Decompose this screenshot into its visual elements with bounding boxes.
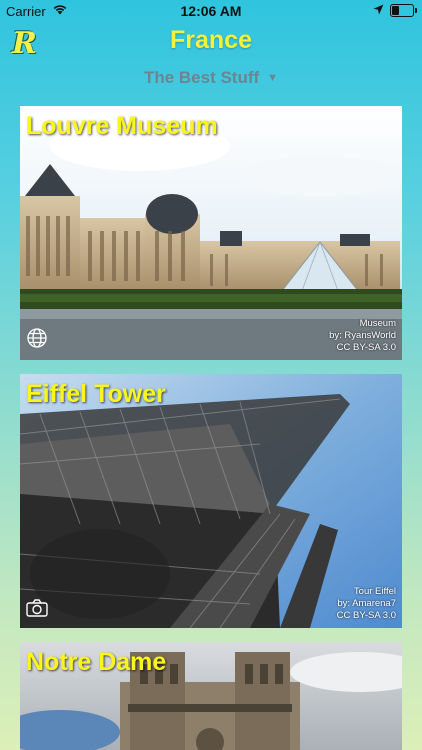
attraction-card-eiffel[interactable]: Eiffel Tower Tour Eiffel by: Amarena7 CC… [20,374,402,628]
credit-author: by: Amarena7 [337,598,396,609]
battery-icon [390,4,417,17]
attraction-card-notre-dame[interactable]: Notre Dame [20,642,402,750]
photo-credit: Museum by: RyansWorld CC BY-SA 3.0 [329,318,396,354]
attraction-name: Eiffel Tower [26,380,166,408]
clock: 12:06 AM [180,3,242,19]
location-icon [373,3,384,18]
category-selector[interactable]: The Best Stuff ▼ [0,68,422,88]
credit-title: Tour Eiffel [353,586,396,597]
photo-credit: Tour Eiffel by: Amarena7 CC BY-SA 3.0 [337,586,396,622]
camera-icon[interactable] [26,599,48,622]
credit-license: CC BY-SA 3.0 [336,342,396,353]
attraction-name: Louvre Museum [26,112,218,140]
category-selector-label: The Best Stuff [143,68,260,87]
page-title: France [170,26,252,54]
attraction-name: Notre Dame [26,648,167,676]
credit-title: Museum [359,318,396,329]
chevron-down-icon: ▼ [267,72,279,84]
status-bar: Carrier 12:06 AM [0,0,422,22]
globe-icon[interactable] [26,327,48,354]
attraction-card-louvre[interactable]: Louvre Museum Museum by: RyansWorld CC B… [20,106,402,360]
credit-license: CC BY-SA 3.0 [336,610,396,621]
credit-author: by: RyansWorld [329,330,396,341]
